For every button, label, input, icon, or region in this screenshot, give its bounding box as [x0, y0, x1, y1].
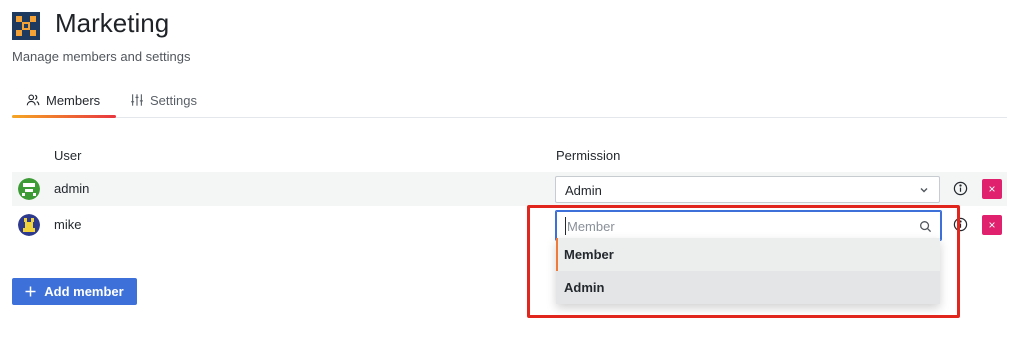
chevron-down-icon [920, 188, 928, 193]
tab-members-label: Members [46, 92, 101, 108]
active-tab-indicator [12, 115, 116, 118]
remove-member-button[interactable]: × [982, 215, 1002, 235]
add-member-button[interactable]: Add member [12, 278, 137, 305]
page-title: Marketing [55, 8, 170, 38]
username: mike [54, 217, 82, 232]
info-icon[interactable] [953, 181, 968, 196]
permission-select[interactable]: Admin [555, 176, 940, 203]
page-subtitle: Manage members and settings [12, 49, 191, 64]
tab-bar: Members Settings [12, 82, 1007, 118]
username: admin [54, 181, 90, 196]
column-header-permission: Permission [556, 148, 621, 163]
sliders-icon [131, 94, 143, 106]
tab-members[interactable]: Members [26, 82, 100, 118]
highlight-annotation-box [527, 205, 960, 318]
column-header-user: User [54, 148, 82, 163]
table-row: admin Admin × [12, 172, 1007, 206]
avatar [18, 214, 40, 236]
team-logo [12, 12, 40, 40]
plus-icon [25, 286, 36, 297]
users-icon [26, 94, 40, 106]
close-icon: × [988, 218, 996, 232]
close-icon: × [988, 182, 996, 196]
tab-settings[interactable]: Settings [130, 82, 197, 118]
permission-select-value: Admin [565, 183, 602, 198]
tab-settings-label: Settings [150, 92, 197, 108]
remove-member-button[interactable]: × [982, 179, 1002, 199]
avatar [18, 178, 40, 200]
add-member-label: Add member [44, 284, 124, 299]
